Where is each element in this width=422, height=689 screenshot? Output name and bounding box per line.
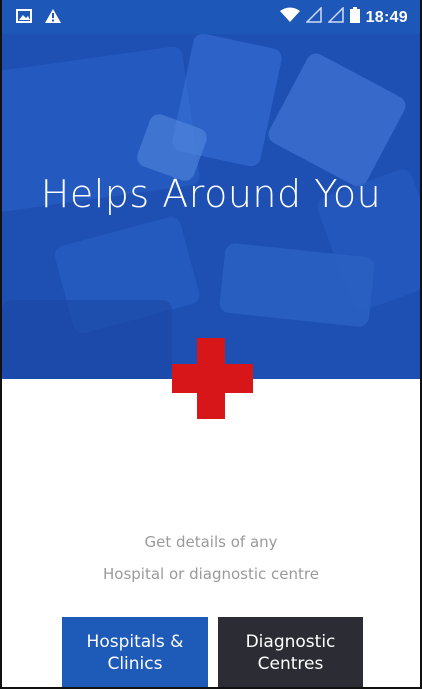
status-time: 18:49 — [365, 8, 408, 26]
hero-banner: Helps Around You — [2, 0, 420, 379]
red-cross-icon — [172, 338, 253, 419]
hospitals-clinics-label: Hospitals & Clinics — [86, 632, 184, 674]
image-icon — [16, 9, 32, 28]
warning-icon — [44, 8, 62, 29]
hero-bg-shape — [264, 50, 410, 190]
diagnostic-centres-button[interactable]: Diagnostic Centres — [218, 617, 363, 687]
status-bar: 18:49 — [2, 0, 420, 34]
diagnostic-centres-label: Diagnostic Centres — [245, 632, 336, 674]
signal-icon — [304, 6, 322, 28]
hero-title: Helps Around You — [40, 172, 382, 216]
description-line-2: Hospital or diagnostic centre — [103, 565, 319, 583]
hero-bg-shape — [2, 300, 172, 379]
app-screen: Helps Around You 18:49 Get details of an… — [0, 0, 422, 689]
wifi-icon — [279, 7, 300, 28]
battery-icon — [349, 7, 360, 28]
signal-icon — [326, 6, 344, 28]
description-line-1: Get details of any — [144, 533, 278, 551]
hospitals-clinics-button[interactable]: Hospitals & Clinics — [62, 617, 208, 687]
